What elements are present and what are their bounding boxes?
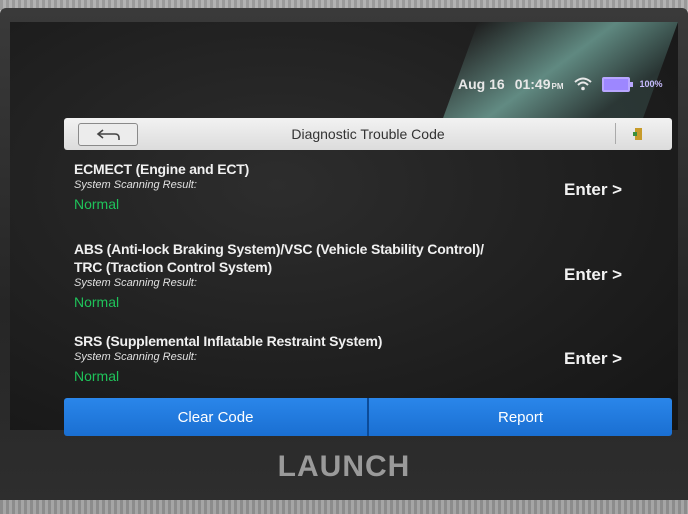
page-title: Diagnostic Trouble Code [291, 126, 445, 142]
bottom-action-bar: Clear Code Report [64, 398, 672, 436]
exit-button[interactable] [615, 123, 660, 144]
system-status: Normal [74, 196, 120, 212]
battery-percent: 100% [639, 79, 663, 89]
system-row-srs: SRS (Supplemental Inflatable Restraint S… [74, 332, 634, 384]
status-time-suffix: PM [551, 82, 564, 91]
device-brand-logo: LAUNCH [277, 450, 411, 483]
system-status: Normal [74, 368, 120, 384]
enter-button-srs[interactable]: Enter > [564, 349, 622, 369]
report-button[interactable]: Report [369, 398, 672, 436]
clear-code-button[interactable]: Clear Code [64, 398, 367, 436]
enter-button-abs[interactable]: Enter > [564, 265, 622, 285]
system-row-ecmect: ECMECT (Engine and ECT) System Scanning … [74, 160, 634, 212]
status-bar: Aug 16 01:49PM 100% [458, 74, 663, 94]
scan-result-label: System Scanning Result: [74, 277, 197, 289]
exit-door-icon [633, 127, 642, 140]
device-bottom-edge [0, 500, 688, 514]
status-time: 01:49PM [514, 76, 564, 92]
battery-icon [601, 76, 633, 92]
system-name: SRS (Supplemental Inflatable Restraint S… [74, 333, 383, 349]
enter-button-ecmect[interactable]: Enter > [564, 180, 622, 200]
system-status: Normal [74, 294, 120, 310]
system-name: ECMECT (Engine and ECT) [74, 161, 250, 177]
title-bar: Diagnostic Trouble Code [64, 118, 672, 150]
system-row-abs: ABS (Anti-lock Braking System)/VSC (Vehi… [74, 240, 634, 310]
wifi-icon [573, 77, 592, 91]
scan-result-label: System Scanning Result: [74, 351, 197, 363]
system-name: ABS (Anti-lock Braking System)/VSC (Vehi… [74, 241, 484, 257]
system-name-line-2: TRC (Traction Control System) [74, 259, 272, 275]
status-date: Aug 16 [458, 76, 505, 92]
scan-result-label: System Scanning Result: [74, 179, 197, 191]
